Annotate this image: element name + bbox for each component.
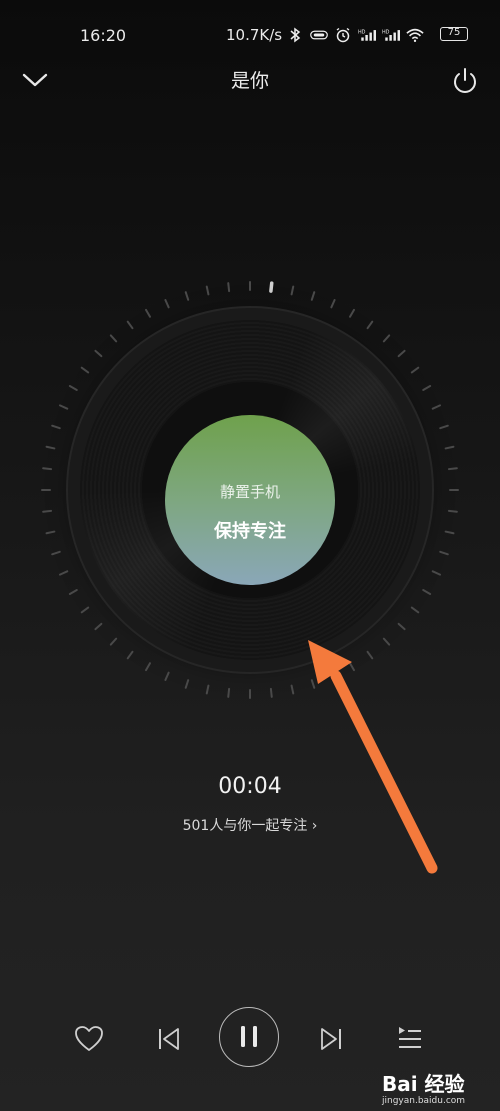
- dial-tick: [164, 298, 170, 309]
- play-pause-button[interactable]: [219, 1007, 279, 1067]
- dial-tick: [269, 281, 274, 293]
- disc-label-line2: 保持专注: [214, 521, 286, 542]
- dial-tick: [94, 622, 103, 631]
- dial-tick: [145, 662, 151, 672]
- watermark-sub: jingyan.baidu.com: [382, 1096, 466, 1106]
- dial-tick: [126, 650, 134, 660]
- dial-tick: [447, 509, 458, 513]
- dial-tick: [58, 570, 69, 576]
- baidu-watermark: Bai 经验 jingyan.baidu.com: [382, 1062, 500, 1111]
- dial-tick: [164, 671, 170, 682]
- heart-icon[interactable]: [74, 1025, 104, 1053]
- dial-tick: [366, 650, 374, 660]
- power-icon[interactable]: [450, 66, 480, 96]
- dial-tick: [45, 445, 56, 450]
- dial-tick: [422, 385, 432, 391]
- dial-tick: [80, 366, 90, 374]
- dial-tick: [382, 334, 391, 343]
- svg-text:HD: HD: [358, 29, 366, 35]
- dial-tick: [145, 308, 151, 318]
- network-speed: 10.7K/s: [226, 26, 283, 44]
- disc-label: 静置手机 保持专注: [165, 415, 335, 585]
- page-title: 是你: [230, 70, 269, 92]
- dial-tick: [349, 662, 355, 672]
- disc-label-line1: 静置手机: [219, 483, 280, 501]
- dial-tick: [227, 687, 231, 698]
- focus-disc: 静置手机 保持专注: [0, 270, 500, 730]
- dial-tick: [330, 298, 336, 309]
- dial-tick: [366, 320, 374, 330]
- status-bar: 16:20 10.7K/s HD HD 75: [0, 0, 500, 70]
- dial-tick: [310, 679, 316, 689]
- previous-icon[interactable]: [156, 1025, 182, 1053]
- dial-tick: [431, 570, 442, 576]
- dial-tick: [410, 606, 420, 614]
- dial-tick: [290, 684, 295, 695]
- dial-tick: [51, 550, 61, 556]
- dial-tick: [68, 589, 78, 595]
- dial-tick: [184, 291, 190, 301]
- vpn-pill-icon: [310, 30, 328, 40]
- participants-link[interactable]: 501人与你一起专注 ›: [0, 815, 500, 835]
- status-icons: HD HD: [286, 24, 424, 46]
- svg-text:HD: HD: [382, 29, 390, 35]
- dial-tick: [444, 530, 455, 535]
- signal-hd-1-icon: HD: [358, 29, 376, 41]
- dial-tick: [397, 622, 406, 631]
- dial-tick: [51, 424, 61, 430]
- dial-tick: [310, 291, 316, 301]
- dial-tick: [109, 637, 118, 646]
- dial-tick: [382, 637, 391, 646]
- playlist-icon[interactable]: [395, 1024, 425, 1054]
- dial-tick: [444, 445, 455, 450]
- dial-tick: [205, 684, 210, 695]
- status-time: 16:20: [80, 26, 127, 45]
- bluetooth-icon: [290, 27, 301, 43]
- signal-hd-2-icon: HD: [382, 29, 400, 41]
- next-icon[interactable]: [318, 1025, 344, 1053]
- battery-level: 75: [447, 27, 461, 38]
- dial-tick: [45, 530, 56, 535]
- dial-tick: [349, 308, 355, 318]
- pause-icon: [241, 1026, 257, 1047]
- watermark-main: Bai 经验: [382, 1072, 465, 1096]
- dial-tick: [397, 349, 406, 358]
- dial-tick: [439, 550, 449, 556]
- dial-tick: [42, 467, 53, 471]
- dial-tick: [205, 285, 210, 296]
- wifi-icon: [406, 28, 424, 43]
- dial-tick: [447, 467, 458, 471]
- dial-tick: [431, 404, 442, 410]
- dial-tick: [422, 589, 432, 595]
- dial-tick: [227, 282, 231, 293]
- dial-tick: [269, 687, 273, 698]
- battery-icon: 75: [440, 27, 468, 41]
- alarm-icon: [336, 27, 350, 43]
- dial-tick: [58, 404, 69, 410]
- dial-tick: [330, 671, 336, 682]
- dial-tick: [80, 606, 90, 614]
- dial-tick: [184, 679, 190, 689]
- dial-tick: [68, 385, 78, 391]
- dial-tick: [439, 424, 449, 430]
- dial-tick: [290, 285, 295, 296]
- focus-timer: 00:04: [218, 774, 282, 799]
- dial-tick: [109, 334, 118, 343]
- dial-tick: [94, 349, 103, 358]
- dial-tick: [42, 509, 53, 513]
- dial-tick: [410, 366, 420, 374]
- dial-tick: [126, 320, 134, 330]
